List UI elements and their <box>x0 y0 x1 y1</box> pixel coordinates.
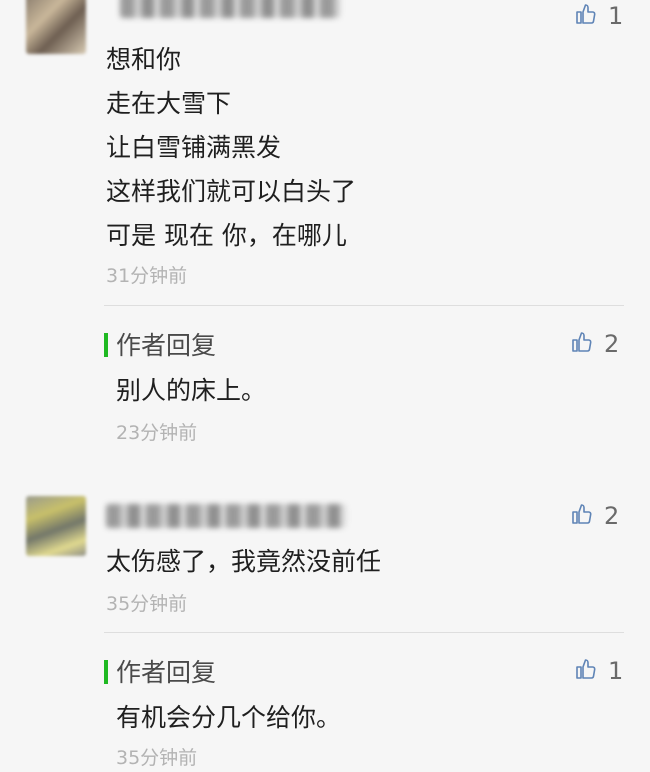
thumbs-up-icon <box>574 657 598 685</box>
author-reply-label: 作者回复 <box>116 658 217 687</box>
comment-line: 太伤感了，我竟然没前任 <box>106 547 382 576</box>
author-reply-2: 作者回复 1 有机会分几个给你。 35分钟前 <box>0 633 650 772</box>
author-reply-1: 作者回复 2 别人的床上。 23分钟前 <box>0 306 650 466</box>
avatar[interactable] <box>26 496 86 556</box>
reply-time: 35分钟前 <box>116 747 198 769</box>
thumbs-up-icon <box>570 502 594 530</box>
like-button[interactable]: 1 <box>574 657 623 685</box>
like-count: 1 <box>608 657 624 685</box>
comment-time: 35分钟前 <box>106 593 188 615</box>
like-button[interactable]: 2 <box>570 330 619 358</box>
nickname-blurred[interactable] <box>106 504 346 528</box>
comment-line: 想和你 <box>106 45 182 74</box>
like-button[interactable]: 1 <box>574 2 623 30</box>
comment-time: 31分钟前 <box>106 265 188 287</box>
avatar[interactable] <box>26 0 86 54</box>
comment-line: 走在大雪下 <box>106 89 232 118</box>
reply-time: 23分钟前 <box>116 422 198 444</box>
reply-text: 有机会分几个给你。 <box>116 703 342 732</box>
nickname-blurred[interactable] <box>120 0 340 18</box>
comment-line: 让白雪铺满黑发 <box>106 133 282 162</box>
comment-body: 想和你 走在大雪下 让白雪铺满黑发 这样我们就可以白头了 可是 现在 你，在哪儿 <box>106 38 356 258</box>
thumbs-up-icon <box>570 330 594 358</box>
comment-1: 1 想和你 走在大雪下 让白雪铺满黑发 这样我们就可以白头了 可是 现在 你，在… <box>0 0 650 305</box>
reply-indicator-bar <box>104 660 108 684</box>
like-count: 2 <box>604 502 620 530</box>
like-count: 1 <box>608 2 624 30</box>
like-button[interactable]: 2 <box>570 502 619 530</box>
reply-indicator-bar <box>104 333 108 357</box>
author-reply-label: 作者回复 <box>116 331 217 360</box>
comment-line: 可是 现在 你，在哪儿 <box>106 221 347 250</box>
thumbs-up-icon <box>574 2 598 30</box>
like-count: 2 <box>604 330 620 358</box>
reply-text: 别人的床上。 <box>116 376 267 405</box>
comment-2: 2 太伤感了，我竟然没前任 35分钟前 <box>0 482 650 632</box>
comment-line: 这样我们就可以白头了 <box>106 177 357 206</box>
